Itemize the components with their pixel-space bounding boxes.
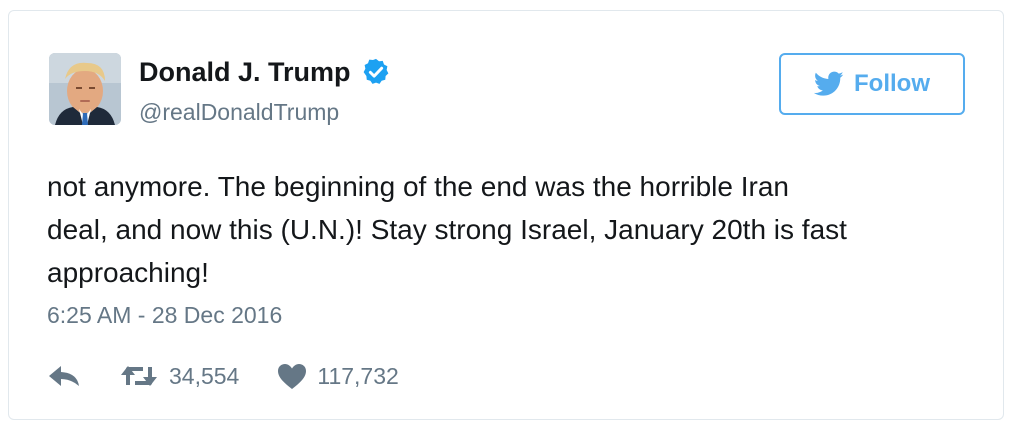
tweet-text: not anymore. The beginning of the end wa… — [47, 171, 847, 288]
tweet-actions: 34,554 117,732 — [47, 358, 399, 394]
follow-button[interactable]: Follow — [779, 53, 965, 115]
like-count: 117,732 — [317, 362, 399, 389]
retweet-icon — [121, 366, 157, 386]
verified-badge-icon — [363, 58, 388, 84]
tweet-timestamp[interactable]: 6:25 AM - 28 Dec 2016 — [47, 302, 282, 329]
author-handle[interactable]: @realDonaldTrump — [139, 99, 339, 126]
reply-button[interactable] — [47, 364, 119, 388]
avatar-image — [49, 53, 121, 125]
heart-icon — [278, 364, 307, 389]
avatar[interactable] — [49, 53, 121, 125]
twitter-bird-icon — [814, 71, 844, 96]
retweet-count: 34,554 — [169, 362, 240, 389]
reply-icon — [49, 366, 79, 386]
author-name[interactable]: Donald J. Trump — [139, 57, 351, 88]
like-button[interactable]: 117,732 — [277, 362, 399, 390]
tweet-card: Donald J. Trump @realDonaldTrump Follow … — [8, 10, 1004, 420]
author-row: Donald J. Trump — [139, 55, 391, 89]
retweet-button[interactable]: 34,554 — [119, 363, 239, 390]
follow-button-label: Follow — [854, 70, 930, 97]
